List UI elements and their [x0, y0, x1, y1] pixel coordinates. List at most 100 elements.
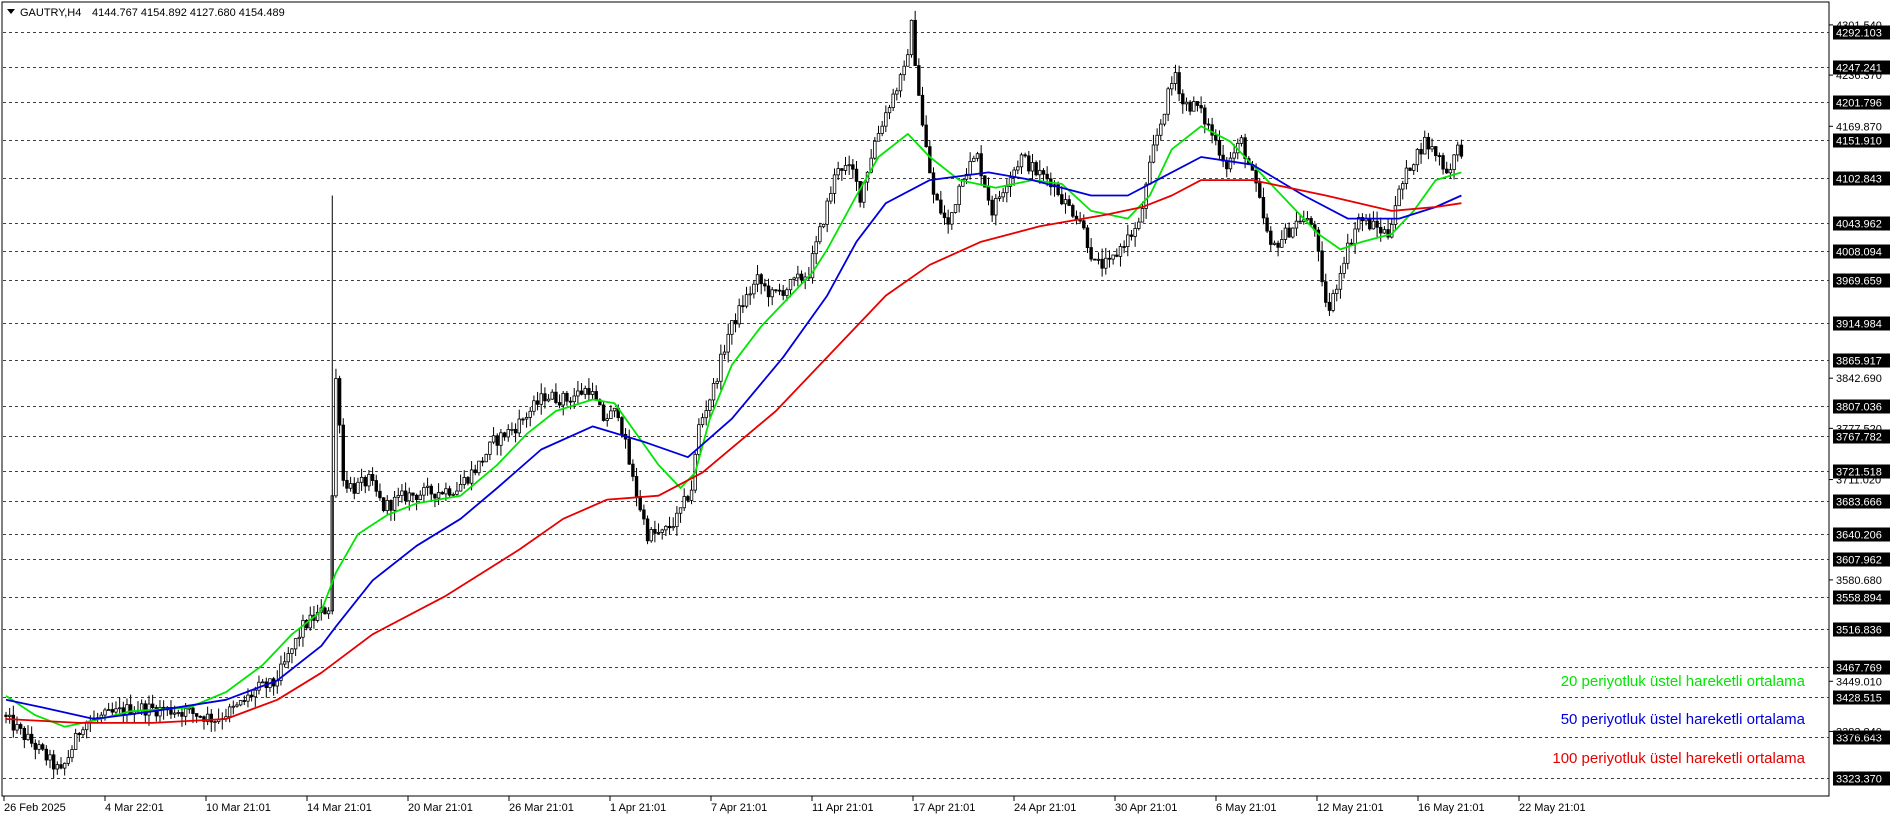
- candle-body: [1390, 223, 1394, 238]
- candle-body: [77, 732, 82, 736]
- candle-body: [1045, 173, 1049, 180]
- candle-body: [1203, 107, 1207, 125]
- candle-body: [1170, 83, 1174, 90]
- candle-body: [1184, 101, 1189, 105]
- candle: [1071, 203, 1075, 219]
- candle-body: [282, 661, 287, 665]
- candle-body: [755, 274, 760, 285]
- candle-body: [741, 305, 745, 308]
- time-label: 14 Mar 21:01: [307, 802, 372, 814]
- candle-body: [337, 378, 342, 426]
- candle-body: [1100, 258, 1104, 269]
- candle-body: [1016, 166, 1020, 171]
- candle-body: [818, 226, 822, 243]
- price-level-label: 4151.910: [1836, 136, 1882, 148]
- candle-body: [726, 333, 730, 353]
- candle-body: [422, 487, 426, 496]
- candle-body: [880, 125, 884, 134]
- candle-body: [447, 488, 452, 496]
- candle-body: [733, 320, 738, 325]
- candle: [341, 418, 345, 487]
- candle-body: [821, 223, 826, 228]
- ohlc-values: 4144.767 4154.892 4127.680 4154.489: [92, 7, 285, 19]
- candle-body: [172, 712, 177, 715]
- price-level-label: 3969.659: [1836, 276, 1882, 288]
- candle-body: [744, 294, 749, 307]
- candle-body: [374, 480, 378, 492]
- candle-body: [953, 204, 958, 213]
- candle-body: [898, 74, 903, 92]
- candle-body: [139, 703, 144, 711]
- candle-body: [293, 638, 298, 650]
- candle-body: [917, 65, 921, 96]
- candle-body: [792, 277, 796, 280]
- candle-body: [873, 140, 877, 159]
- candle: [953, 204, 958, 214]
- candle-body: [1415, 149, 1420, 166]
- candle-body: [568, 400, 573, 403]
- candle-body: [367, 473, 371, 487]
- candle-body: [682, 496, 686, 509]
- candle-body: [1393, 205, 1398, 225]
- candle-body: [44, 748, 49, 761]
- candle-body: [730, 320, 734, 335]
- candle-body: [392, 496, 397, 511]
- price-level-label: 3640.206: [1836, 530, 1882, 542]
- candle-body: [997, 196, 1002, 199]
- candle-body: [176, 712, 181, 714]
- candle-body: [554, 391, 558, 403]
- candle-body: [957, 185, 961, 205]
- candle-body: [931, 172, 936, 195]
- candle-body: [462, 477, 466, 485]
- candle-body: [1456, 144, 1460, 156]
- candle: [649, 526, 653, 543]
- candle-body: [1151, 144, 1156, 163]
- candle-body: [942, 212, 947, 219]
- candle-body: [594, 391, 598, 401]
- candle-body: [1324, 281, 1328, 303]
- price-scale-label: 3383.840: [1836, 726, 1882, 738]
- candle-body: [986, 186, 991, 201]
- candle-body: [1258, 182, 1262, 198]
- candle-body: [902, 65, 906, 76]
- candle-body: [1371, 220, 1376, 230]
- candle-body: [183, 708, 188, 717]
- candle-body: [1228, 157, 1233, 170]
- candle-body: [1412, 164, 1416, 171]
- candle-body: [1448, 169, 1453, 174]
- candle: [935, 192, 939, 201]
- candle-body: [1155, 134, 1159, 146]
- price-level-label: 3607.962: [1836, 555, 1882, 567]
- candle-body: [524, 417, 529, 420]
- price-chart[interactable]: 4292.1034247.2414201.7964151.9104102.843…: [0, 0, 1896, 820]
- price-level-label: 3865.917: [1836, 356, 1882, 368]
- candle-body: [59, 764, 63, 769]
- candle: [1093, 258, 1097, 261]
- candle-body: [748, 293, 752, 296]
- candle-body: [968, 160, 972, 175]
- candle-body: [832, 174, 837, 194]
- candle-body: [697, 424, 701, 455]
- price-scale-label: 4169.870: [1836, 121, 1882, 133]
- candle-body: [1261, 197, 1266, 219]
- candle-body: [37, 744, 41, 750]
- candle-body: [1437, 155, 1442, 157]
- candle-body: [125, 704, 129, 716]
- candle-body: [385, 500, 389, 511]
- candle-body: [334, 378, 338, 497]
- candle-body: [920, 94, 925, 126]
- time-label: 11 Apr 21:01: [812, 802, 874, 814]
- candle-body: [11, 714, 16, 731]
- candle-body: [1067, 199, 1071, 206]
- candle-body: [532, 400, 536, 412]
- candle-body: [469, 469, 474, 484]
- candle-body: [840, 168, 844, 171]
- candle-body: [326, 610, 331, 615]
- chart-background: [0, 0, 1896, 820]
- candle-body: [1023, 154, 1027, 157]
- candle-body: [550, 391, 554, 400]
- candle-body: [975, 153, 980, 159]
- candle-body: [480, 460, 485, 463]
- candle-body: [1137, 221, 1141, 229]
- time-label: 26 Feb 2025: [4, 802, 66, 814]
